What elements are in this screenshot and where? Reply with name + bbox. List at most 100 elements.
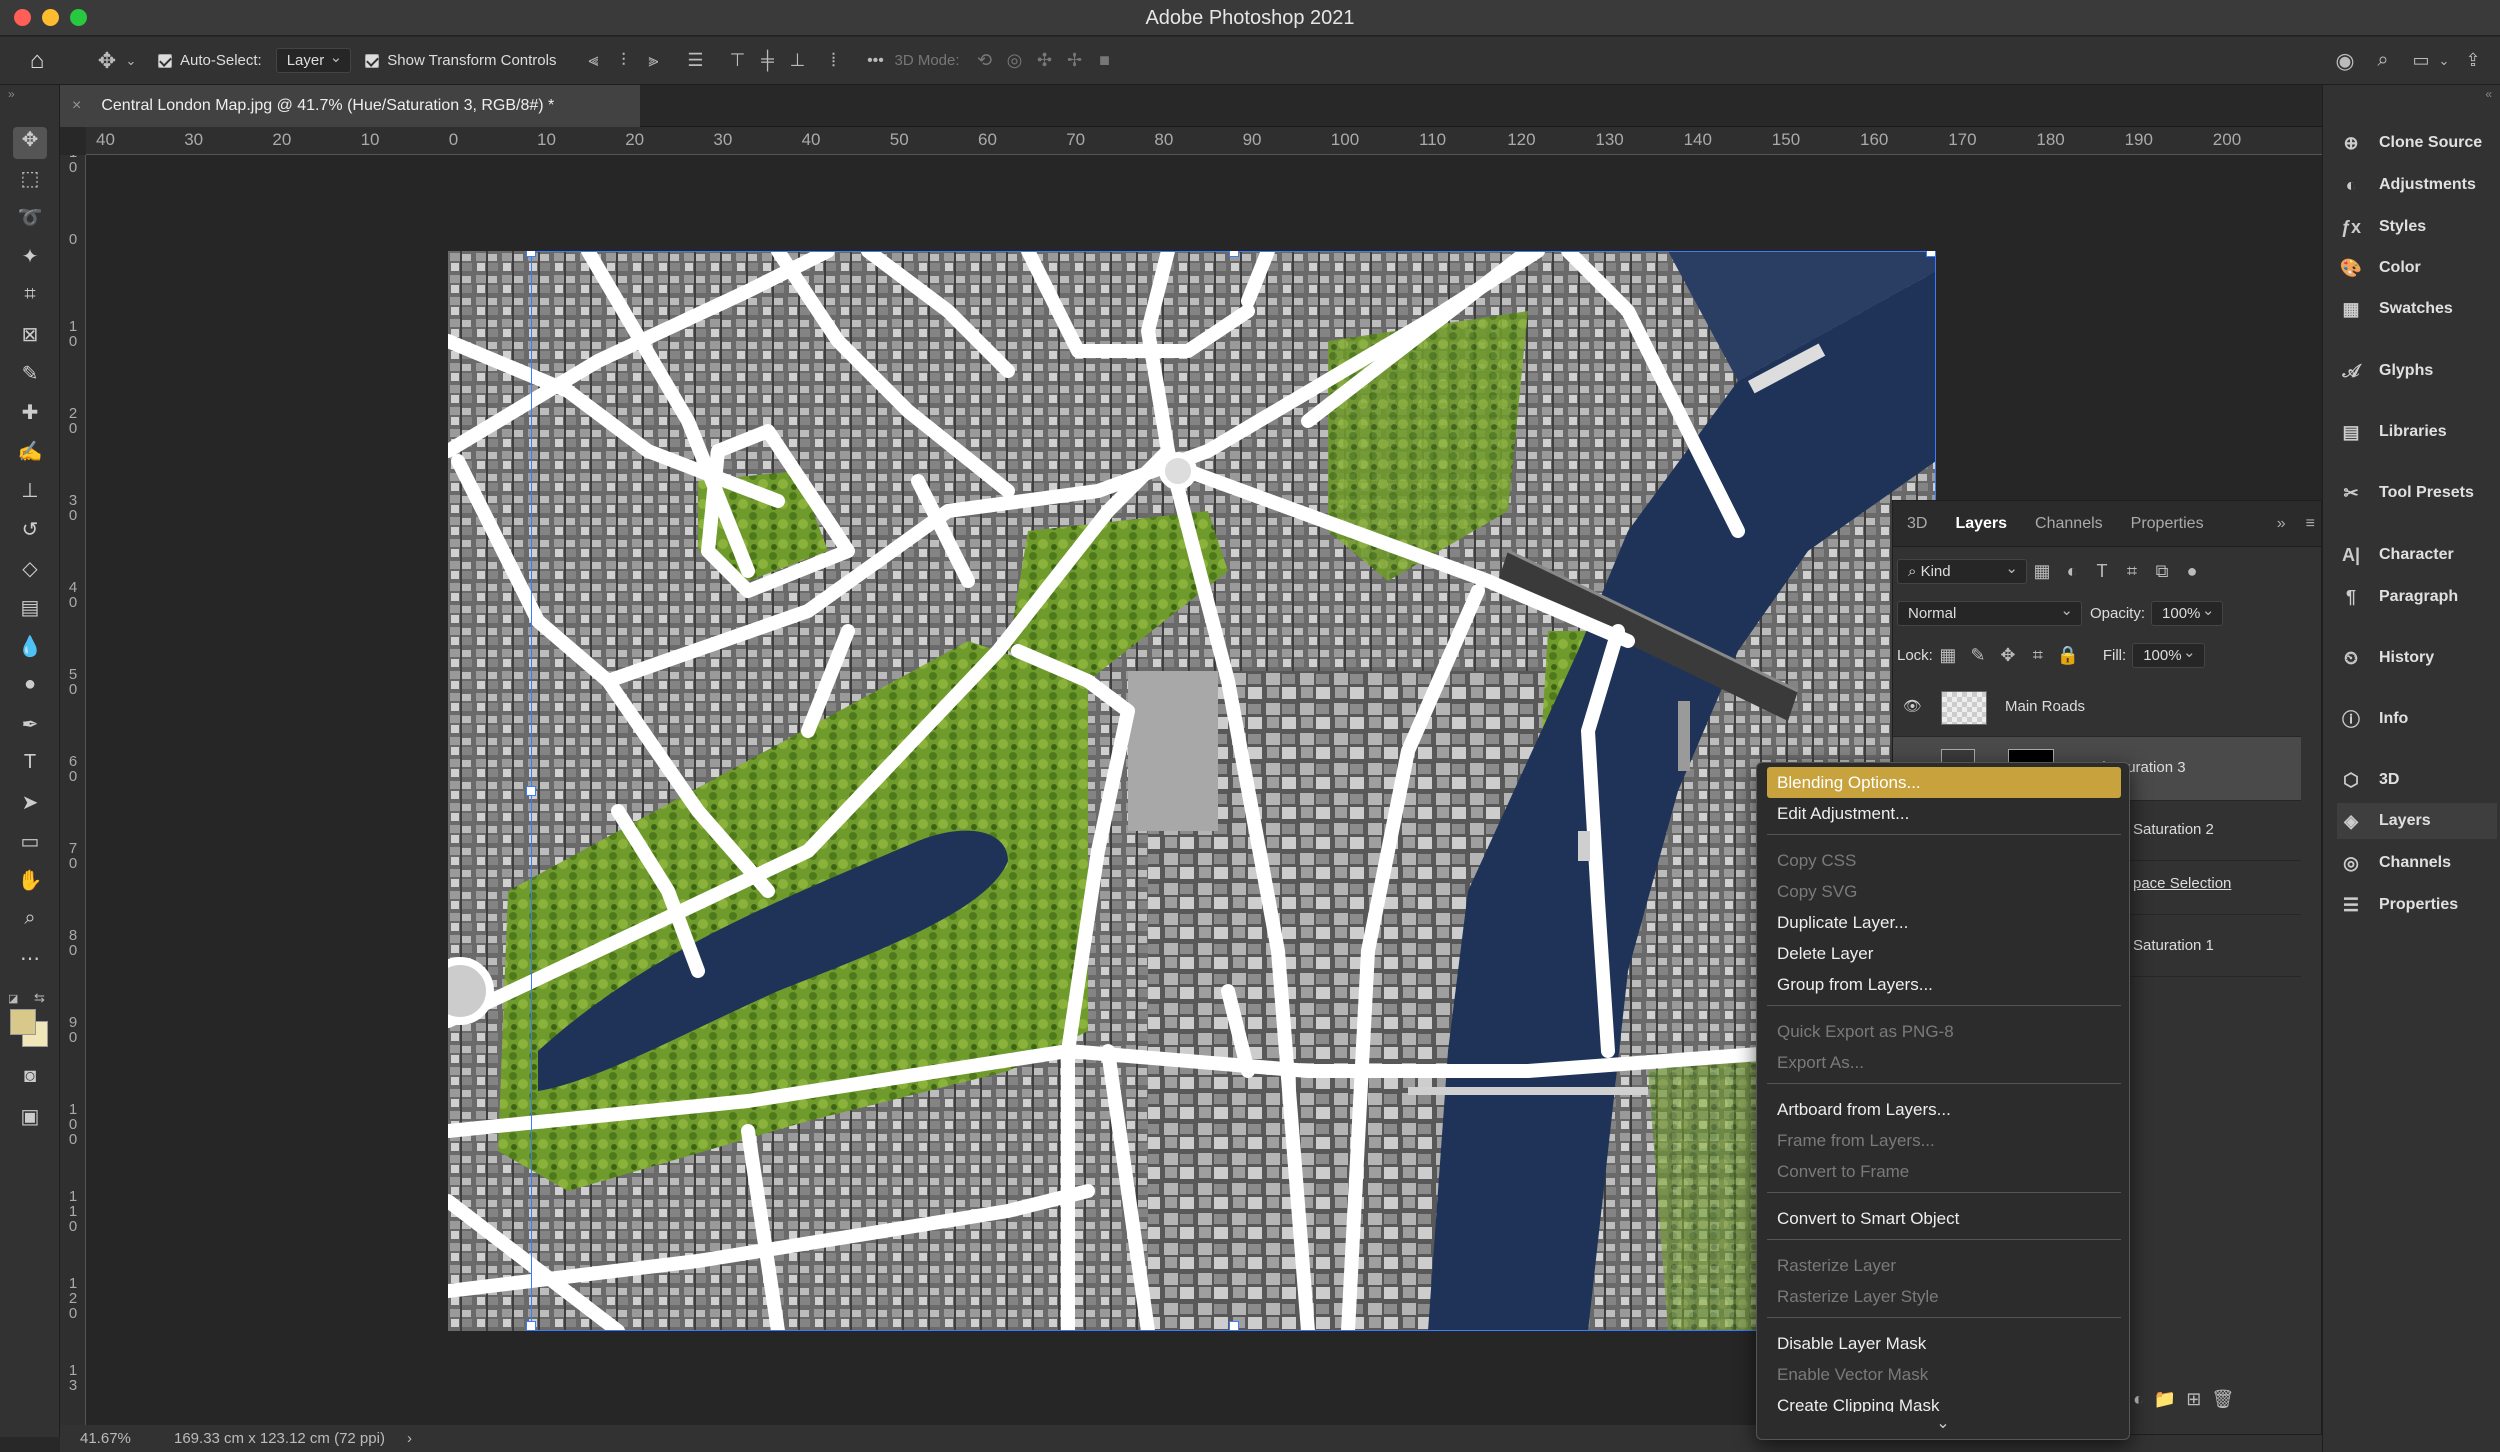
eyedropper-tool-icon[interactable]: ✎ <box>13 361 47 393</box>
layer-filter-dropdown[interactable]: ⌕ Kind <box>1897 559 2027 584</box>
path-select-tool-icon[interactable]: ➤ <box>13 790 47 822</box>
align-bottom-icon[interactable]: ⊥ <box>782 50 812 71</box>
dock-item-swatches[interactable]: ▦ Swatches <box>2337 291 2497 327</box>
orbit-3d-icon[interactable]: ⟲ <box>970 50 1000 71</box>
screen-mode-icon[interactable]: ▣ <box>13 1104 47 1136</box>
menu-item-edit-adjustment[interactable]: Edit Adjustment... <box>1767 798 2121 829</box>
align-right-icon[interactable]: ⫸ <box>638 50 668 71</box>
lock-image-icon[interactable]: ✎ <box>1963 645 1993 666</box>
menu-item-create-clipping-mask[interactable]: Create Clipping Mask <box>1767 1390 2121 1412</box>
document-tab[interactable]: × Central London Map.jpg @ 41.7% (Hue/Sa… <box>60 85 640 127</box>
dock-item-libraries[interactable]: ▤ Libraries <box>2337 414 2497 450</box>
filter-adjustment-icon[interactable]: ◐ <box>2057 561 2087 582</box>
menu-item-convert-to-smart-object[interactable]: Convert to Smart Object <box>1767 1203 2121 1234</box>
share-icon[interactable]: ⇪ <box>2458 50 2488 71</box>
show-transform-controls-checkbox[interactable]: Show Transform Controls <box>365 52 556 69</box>
transform-handle[interactable] <box>1229 1321 1239 1331</box>
distribute-vertical-icon[interactable]: ⦙ <box>818 50 848 71</box>
zoom-tool-icon[interactable]: ⌕ <box>13 907 47 939</box>
foreground-color-swatch[interactable] <box>10 1009 36 1035</box>
transform-handle[interactable] <box>1229 251 1239 257</box>
dock-item-character[interactable]: A| Character <box>2337 537 2497 573</box>
vertical-ruler[interactable]: 1 0 0 1 0 2 0 3 0 4 0 5 0 6 0 7 0 8 0 9 0 1 0 0 1 1 … <box>60 155 86 1437</box>
auto-select-checkbox[interactable]: Auto-Select: <box>158 52 262 69</box>
dock-item-history[interactable]: ⏲ History <box>2337 640 2497 676</box>
filter-toggle-icon[interactable]: ● <box>2177 561 2207 582</box>
hand-tool-icon[interactable]: ✋ <box>13 868 47 900</box>
workspace-icon[interactable]: ▭ <box>2406 50 2436 71</box>
align-top-icon[interactable]: ⊤ <box>722 50 752 71</box>
dock-item-clone-source[interactable]: ⊕ Clone Source <box>2337 125 2497 161</box>
close-tab-icon[interactable]: × <box>72 97 81 115</box>
dock-item-layers[interactable]: ◈ Layers <box>2337 803 2497 839</box>
dock-item-channels[interactable]: ◎ Channels <box>2337 845 2497 881</box>
layer-row[interactable]: 👁 Main Roads <box>1893 679 2301 737</box>
home-icon[interactable]: ⌂ <box>22 47 52 75</box>
move-tool-icon[interactable]: ✥ <box>13 127 47 159</box>
menu-item-delete-layer[interactable]: Delete Layer <box>1767 938 2121 969</box>
swap-colors-icon[interactable]: ⇆ <box>34 990 45 1006</box>
frame-tool-icon[interactable]: ⊠ <box>13 322 47 354</box>
menu-item-convert-to-frame[interactable]: Convert to Frame <box>1767 1156 2121 1187</box>
transform-handle[interactable] <box>526 786 536 796</box>
chevron-down-icon[interactable]: ⌄ <box>122 53 140 69</box>
layer-name[interactable]: Saturation 1 <box>2133 937 2214 954</box>
healing-tool-icon[interactable]: ✚ <box>13 400 47 432</box>
menu-item-copy-svg[interactable]: Copy SVG <box>1767 876 2121 907</box>
tab-layers[interactable]: Layers <box>1941 515 2021 533</box>
stamp-tool-icon[interactable]: ⊥ <box>13 478 47 510</box>
checkbox-checked-icon[interactable] <box>365 53 380 68</box>
align-middle-icon[interactable]: ╪ <box>752 50 782 71</box>
trash-icon[interactable]: 🗑 <box>2211 1389 2234 1410</box>
drag-3d-icon[interactable]: ✣ <box>1030 50 1060 71</box>
checkbox-checked-icon[interactable] <box>158 53 172 68</box>
menu-item-artboard-from-layers[interactable]: Artboard from Layers... <box>1767 1094 2121 1125</box>
dodge-tool-icon[interactable]: ● <box>13 673 47 705</box>
gradient-tool-icon[interactable]: ▤ <box>13 595 47 627</box>
slide-3d-icon[interactable]: ✢ <box>1060 50 1090 71</box>
dock-item-tool-presets[interactable]: ✂ Tool Presets <box>2337 475 2497 511</box>
new-layer-icon[interactable]: ⊞ <box>2186 1389 2201 1410</box>
menu-item-blending-options[interactable]: Blending Options... <box>1767 767 2121 798</box>
filter-smart-object-icon[interactable]: ⧉ <box>2147 561 2177 582</box>
transform-handle[interactable] <box>1926 251 1936 257</box>
transform-handle[interactable] <box>526 251 536 257</box>
lock-transparent-icon[interactable]: ▦ <box>1933 645 1963 666</box>
menu-item-disable-layer-mask[interactable]: Disable Layer Mask <box>1767 1328 2121 1359</box>
menu-item-group-from-layers[interactable]: Group from Layers... <box>1767 969 2121 1000</box>
status-menu-arrow-icon[interactable]: › <box>407 1430 412 1447</box>
zoom-level[interactable]: 41.67% <box>80 1430 160 1447</box>
horizontal-ruler[interactable]: 40 30 20 10 0 10 20 30 40 50 60 70 80 90 100 110 120 130 1… <box>86 127 2322 155</box>
tab-3d[interactable]: 3D <box>1893 515 1941 533</box>
menu-item-enable-vector-mask[interactable]: Enable Vector Mask <box>1767 1359 2121 1390</box>
expand-panel-icon[interactable]: » <box>2263 515 2300 533</box>
chevron-down-icon[interactable]: ⌄ <box>2436 53 2452 69</box>
type-tool-icon[interactable]: T <box>13 751 47 783</box>
rectangle-tool-icon[interactable]: ▭ <box>13 829 47 861</box>
dock-item-styles[interactable]: ƒx Styles <box>2337 209 2497 245</box>
move-tool-preset-icon[interactable]: ✥ <box>92 48 122 74</box>
layer-name[interactable]: Main Roads <box>2005 698 2085 715</box>
collapse-dock-icon[interactable]: « <box>2485 87 2492 101</box>
dock-item-paragraph[interactable]: ¶ Paragraph <box>2337 579 2497 615</box>
menu-item-duplicate-layer[interactable]: Duplicate Layer... <box>1767 907 2121 938</box>
opacity-field[interactable]: 100% <box>2151 601 2224 626</box>
auto-select-dropdown[interactable]: Layer <box>275 48 352 73</box>
lasso-tool-icon[interactable]: ➰ <box>13 205 47 237</box>
tab-channels[interactable]: Channels <box>2021 515 2117 533</box>
dock-item-glyphs[interactable]: 𝒜 Glyphs <box>2337 353 2497 389</box>
tab-properties[interactable]: Properties <box>2117 515 2218 533</box>
blend-mode-dropdown[interactable]: Normal <box>1897 601 2082 626</box>
more-options-icon[interactable]: ••• <box>860 52 890 70</box>
lock-position-icon[interactable]: ✥ <box>1993 645 2023 666</box>
menu-item-rasterize-layer[interactable]: Rasterize Layer <box>1767 1250 2121 1281</box>
new-group-icon[interactable]: 📁 <box>2154 1389 2176 1410</box>
filter-type-icon[interactable]: T <box>2087 561 2117 582</box>
lock-all-icon[interactable]: 🔒 <box>2053 645 2083 666</box>
visibility-eye-icon[interactable]: 👁 <box>1903 697 1922 715</box>
new-adjustment-icon[interactable]: ◐ <box>2133 1389 2144 1410</box>
more-tools-icon[interactable]: ⋯ <box>13 946 47 978</box>
dock-item-info[interactable]: ⓘ Info <box>2337 701 2497 737</box>
marquee-tool-icon[interactable]: ⬚ <box>13 166 47 198</box>
filter-shape-icon[interactable]: ⌗ <box>2117 561 2147 582</box>
